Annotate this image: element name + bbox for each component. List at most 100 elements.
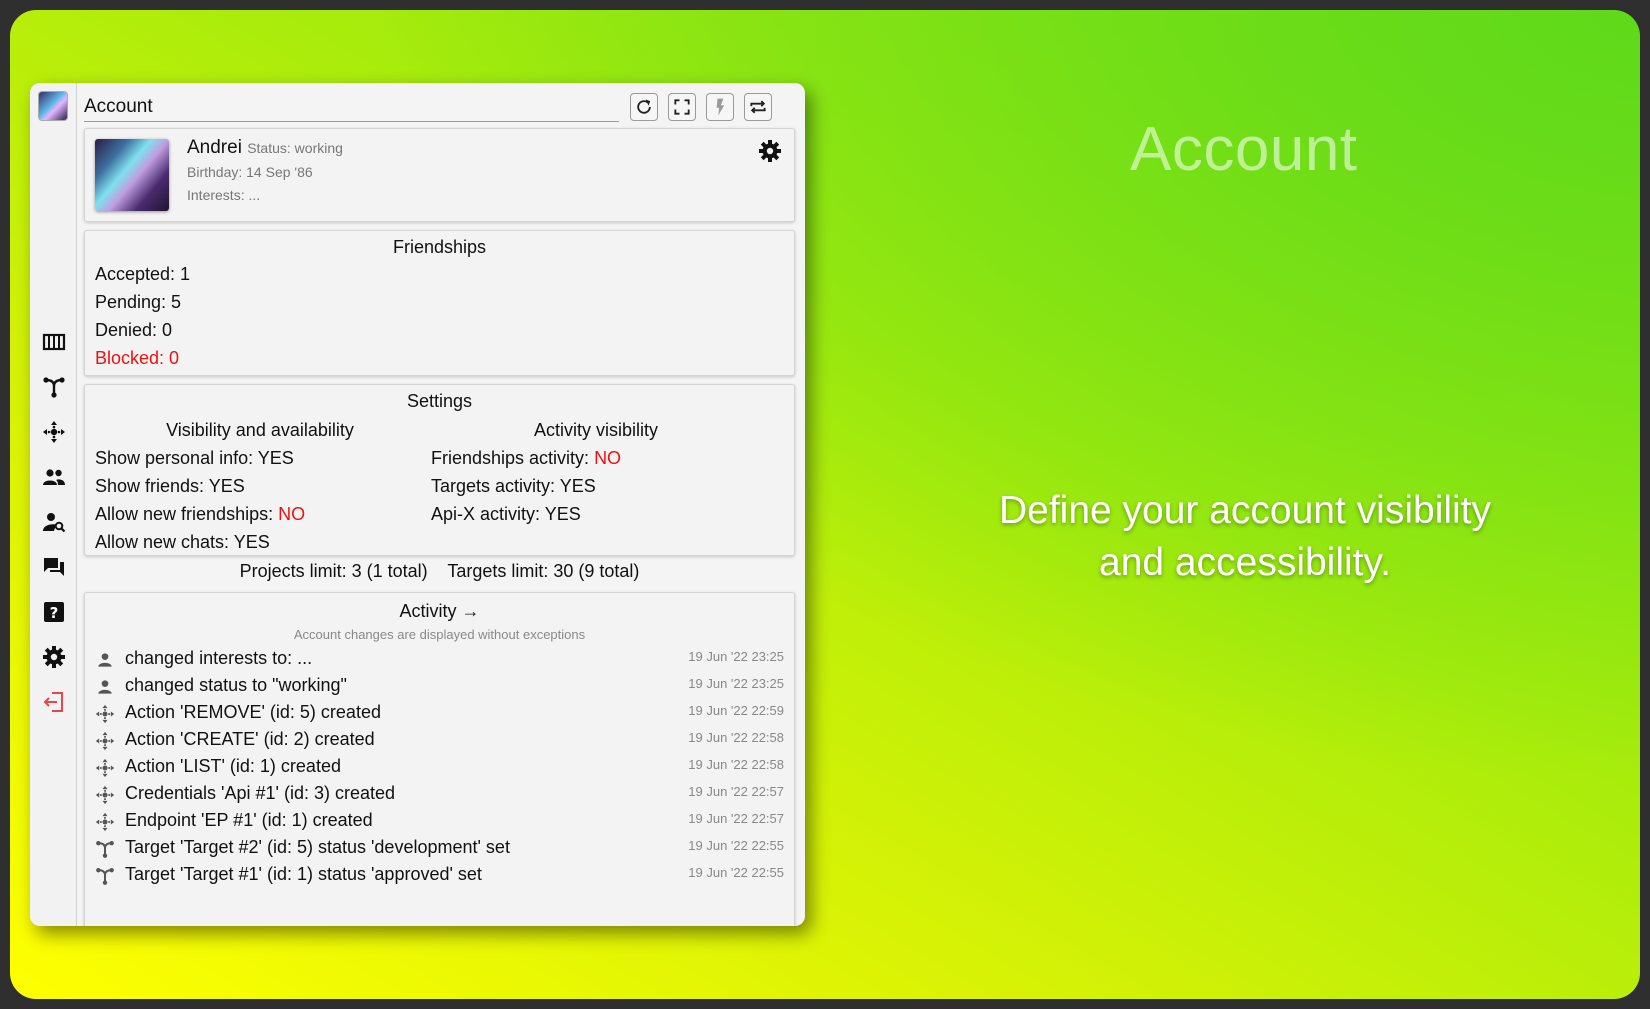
limits-row: Projects limit: 3 (1 total) Targets limi… — [84, 561, 795, 582]
activity-row[interactable]: changed interests to: ... 19 Jun '22 23:2… — [85, 646, 794, 673]
fullscreen-icon — [674, 99, 690, 115]
activity-time: 19 Jun '22 22:55 — [688, 865, 784, 880]
sidebar: ? — [30, 83, 77, 926]
activity-time: 19 Jun '22 22:57 — [688, 811, 784, 826]
friendships-accepted: Accepted: 1 — [95, 264, 191, 284]
profile-heading: Andrei Status: working — [187, 137, 343, 159]
settings-title: Settings — [406, 391, 473, 411]
api-icon — [95, 758, 115, 778]
main-content: Account Andrei Status: working Birthday:… — [76, 83, 805, 926]
activity-row[interactable]: Action 'CREATE' (id: 2) created 19 Jun '2… — [85, 727, 794, 754]
fullscreen-button[interactable] — [668, 93, 696, 121]
find-user-icon[interactable] — [41, 509, 67, 535]
bolt-icon — [716, 98, 725, 116]
swap-button[interactable] — [744, 93, 772, 121]
setting-show-friends-value: YES — [208, 476, 245, 496]
api-icon — [95, 704, 115, 724]
user-icon — [95, 650, 115, 670]
activity-text: Action 'CREATE' (id: 2) created — [125, 729, 375, 749]
setting-apix-activity: Api-X activity: YES — [431, 500, 761, 528]
api-icon — [95, 812, 115, 832]
quick-action-button[interactable] — [706, 93, 734, 121]
setting-targets-activity: Targets activity: YES — [431, 472, 761, 500]
setting-apix-activity-label: Api-X activity: — [431, 504, 545, 524]
window-title: Account — [84, 91, 619, 122]
activity-row[interactable]: changed status to "working" 19 Jun '22 23… — [85, 673, 794, 700]
targets-icon[interactable] — [41, 374, 67, 400]
activity-text: Endpoint 'EP #1' (id: 1) created — [125, 810, 373, 830]
setting-targets-activity-label: Targets activity: — [431, 476, 560, 496]
setting-new-friendships: Allow new friendships: NO — [95, 500, 425, 528]
activity-text: Target 'Target #2' (id: 5) status 'devel… — [125, 837, 510, 857]
chats-icon[interactable] — [41, 554, 67, 580]
profile-birthday: Birthday: 14 Sep '86 — [187, 164, 313, 180]
activity-row[interactable]: Endpoint 'EP #1' (id: 1) created 19 Jun '… — [85, 808, 794, 835]
app-logo[interactable] — [39, 92, 67, 120]
target-icon — [95, 866, 115, 886]
activity-list: changed interests to: ... 19 Jun '22 23:2… — [85, 646, 794, 889]
projects-icon[interactable] — [41, 329, 67, 355]
hero-title: Account — [1130, 115, 1358, 184]
gear-icon — [759, 140, 781, 162]
activity-visibility-title: Activity visibility — [533, 420, 658, 440]
activity-text: changed status to "working" — [125, 675, 347, 695]
friendships-denied: Denied: 0 — [95, 320, 173, 340]
profile-status: Status: working — [247, 140, 343, 156]
avatar[interactable] — [95, 139, 169, 211]
projects-limit: Projects limit: 3 (1 total) — [239, 561, 428, 581]
activity-time: 19 Jun '22 22:57 — [688, 784, 784, 799]
setting-new-chats-label: Allow new chats: — [95, 532, 234, 552]
activity-subtitle: Account changes are displayed without ex… — [293, 627, 586, 642]
setting-personal-info-value: YES — [257, 448, 294, 468]
activity-time: 19 Jun '22 22:55 — [688, 838, 784, 853]
profile-name: Andrei — [187, 137, 242, 158]
api-icon — [95, 785, 115, 805]
activity-time: 19 Jun '22 22:59 — [688, 703, 784, 718]
visibility-column: Visibility and availability Show persona… — [95, 416, 425, 556]
setting-personal-info-label: Show personal info: — [95, 448, 258, 468]
activity-text: Action 'LIST' (id: 1) created — [125, 756, 341, 776]
logout-icon[interactable] — [41, 689, 67, 715]
activity-row[interactable]: Credentials 'Api #1' (id: 3) created 19 J… — [85, 781, 794, 808]
activity-visibility-column: Activity visibility Friendships activity… — [431, 416, 761, 528]
profile-card: Andrei Status: working Birthday: 14 Sep … — [84, 128, 795, 222]
setting-show-friends-label: Show friends: — [95, 476, 209, 496]
setting-friendships-activity: Friendships activity: NO — [431, 444, 761, 472]
activity-row[interactable]: Action 'REMOVE' (id: 5) created 19 Jun '2… — [85, 700, 794, 727]
app-window: ? Account Andrei Status: working Birthda… — [30, 83, 805, 926]
refresh-button[interactable] — [630, 93, 658, 121]
activity-text: Credentials 'Api #1' (id: 3) created — [125, 783, 396, 803]
friends-icon[interactable] — [41, 464, 67, 490]
refresh-icon — [637, 99, 651, 114]
activity-time: 19 Jun '22 23:25 — [688, 649, 784, 664]
setting-new-chats: Allow new chats: YES — [95, 528, 425, 556]
activity-card: Activity → Account changes are displayed… — [84, 592, 795, 926]
setting-personal-info: Show personal info: YES — [95, 444, 425, 472]
activity-link[interactable]: Activity → — [85, 601, 794, 622]
setting-apix-activity-value: YES — [544, 504, 581, 524]
setting-friendships-activity-value: NO — [594, 448, 622, 468]
activity-row[interactable]: Target 'Target #1' (id: 1) status 'appro… — [85, 862, 794, 889]
help-icon[interactable]: ? — [41, 599, 67, 625]
activity-row[interactable]: Action 'LIST' (id: 1) created 19 Jun '22 … — [85, 754, 794, 781]
user-icon — [95, 677, 115, 697]
profile-settings-button[interactable] — [758, 139, 784, 165]
friendships-blocked: Blocked: 0 — [95, 348, 180, 368]
activity-time: 19 Jun '22 23:25 — [688, 676, 784, 691]
activity-text: Action 'REMOVE' (id: 5) created — [125, 702, 381, 722]
activity-row[interactable]: Target 'Target #2' (id: 5) status 'devel… — [85, 835, 794, 862]
setting-new-friendships-value: NO — [278, 504, 306, 524]
window-header: Account — [84, 91, 795, 123]
setting-targets-activity-value: YES — [559, 476, 596, 496]
friendships-title: Friendships — [392, 237, 487, 257]
activity-text: changed interests to: ... — [125, 648, 313, 668]
hero-description: Define your account visibility and acces… — [998, 489, 1492, 584]
activity-text: Target 'Target #1' (id: 1) status 'appro… — [125, 864, 482, 884]
settings-card: Settings Visibility and availability Sho… — [84, 384, 795, 556]
swap-icon — [750, 100, 766, 114]
settings-icon[interactable] — [41, 644, 67, 670]
activity-time: 19 Jun '22 22:58 — [688, 730, 784, 745]
svg-text:?: ? — [50, 604, 59, 622]
activity-time: 19 Jun '22 22:58 — [688, 757, 784, 772]
api-icon[interactable] — [41, 419, 67, 445]
